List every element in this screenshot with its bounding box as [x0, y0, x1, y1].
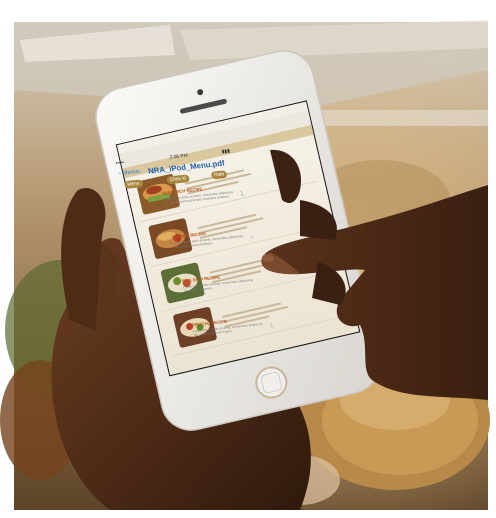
back-button[interactable]: ‹ Menus: [118, 169, 140, 177]
toolbar-button-1[interactable]: Chec kl: [166, 174, 190, 185]
menu-item[interactable]: ENTREE RECIPE Lorem ipsum dolor sit amet…: [130, 223, 262, 275]
add-icon[interactable]: +: [248, 233, 254, 242]
menu-item[interactable]: SIDE DISH RECIPE Lorem ipsum dolor sit a…: [140, 267, 272, 319]
toolbar-button-2[interactable]: Ralo: [210, 170, 229, 180]
toolbar-button-0[interactable]: Menu: [123, 179, 144, 189]
page-indicator: 1: [268, 320, 275, 330]
page-indicator: 1: [238, 188, 246, 198]
